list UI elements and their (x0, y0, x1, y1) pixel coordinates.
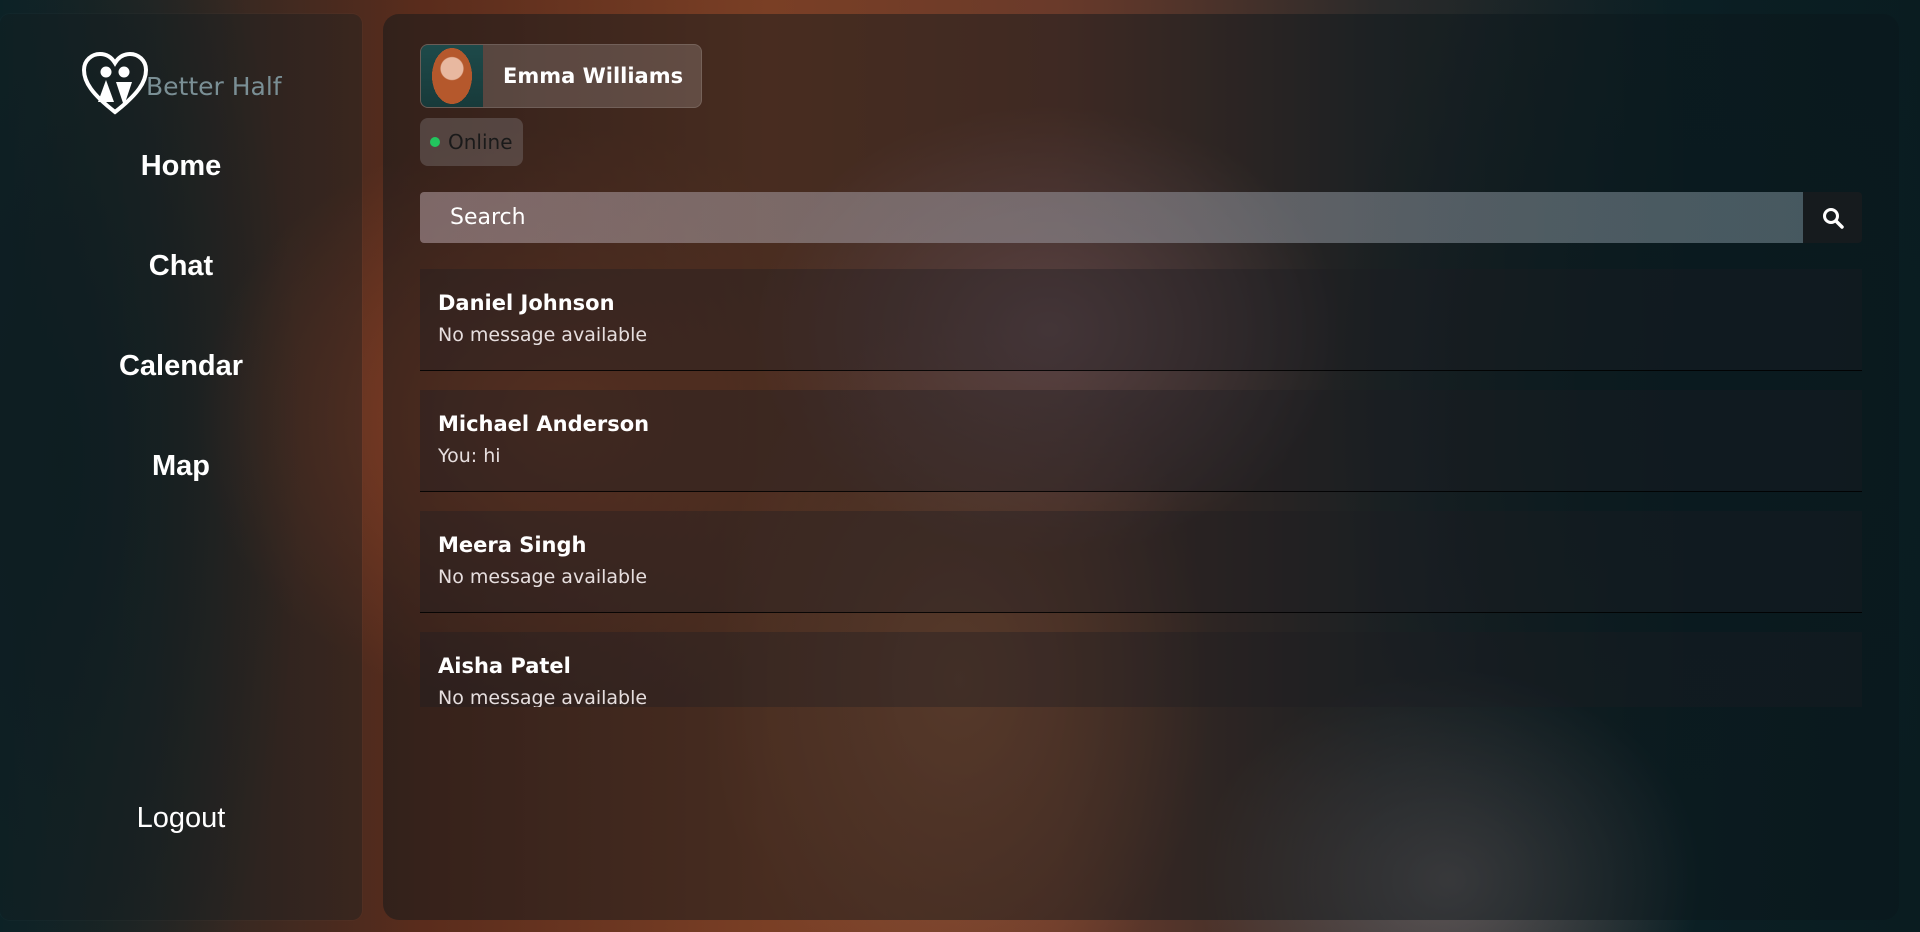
logo[interactable]: Better Half (82, 52, 282, 116)
search-icon (1822, 207, 1844, 229)
last-message: No message available (438, 324, 648, 346)
last-message: You: hi (438, 445, 501, 467)
nav-calendar[interactable]: Calendar (0, 350, 362, 383)
online-dot-icon (430, 137, 440, 147)
nav-home[interactable]: Home (0, 150, 362, 183)
nav-chat[interactable]: Chat (0, 250, 362, 283)
search-input[interactable] (420, 192, 1803, 243)
search-bar (420, 192, 1862, 243)
status-label: Online (448, 130, 513, 154)
conversation-item[interactable]: Michael Anderson You: hi (420, 390, 1862, 492)
conversation-item[interactable]: Aisha Patel No message available (420, 632, 1862, 707)
avatar (421, 45, 483, 107)
conversation-item[interactable]: Daniel Johnson No message available (420, 269, 1862, 371)
current-user-name: Emma Williams (503, 64, 684, 88)
conversation-list[interactable]: Daniel Johnson No message available Mich… (420, 269, 1862, 707)
logout-button[interactable]: Logout (0, 802, 362, 835)
sidebar: Better Half Home Chat Calendar Map Logou… (0, 14, 362, 920)
contact-name: Meera Singh (438, 533, 587, 557)
contact-name: Michael Anderson (438, 412, 650, 436)
contact-name: Daniel Johnson (438, 291, 615, 315)
status-badge: Online (420, 118, 523, 166)
chat-panel: Emma Williams Online Daniel Johnson No m… (383, 14, 1899, 920)
nav-map[interactable]: Map (0, 450, 362, 483)
app-name: Better Half (146, 71, 282, 101)
last-message: No message available (438, 566, 648, 588)
conversation-item[interactable]: Meera Singh No message available (420, 511, 1862, 613)
current-user-card[interactable]: Emma Williams (420, 44, 702, 108)
search-button[interactable] (1803, 192, 1862, 243)
contact-name: Aisha Patel (438, 654, 571, 678)
heart-couple-icon (82, 52, 148, 115)
last-message: No message available (438, 687, 648, 707)
